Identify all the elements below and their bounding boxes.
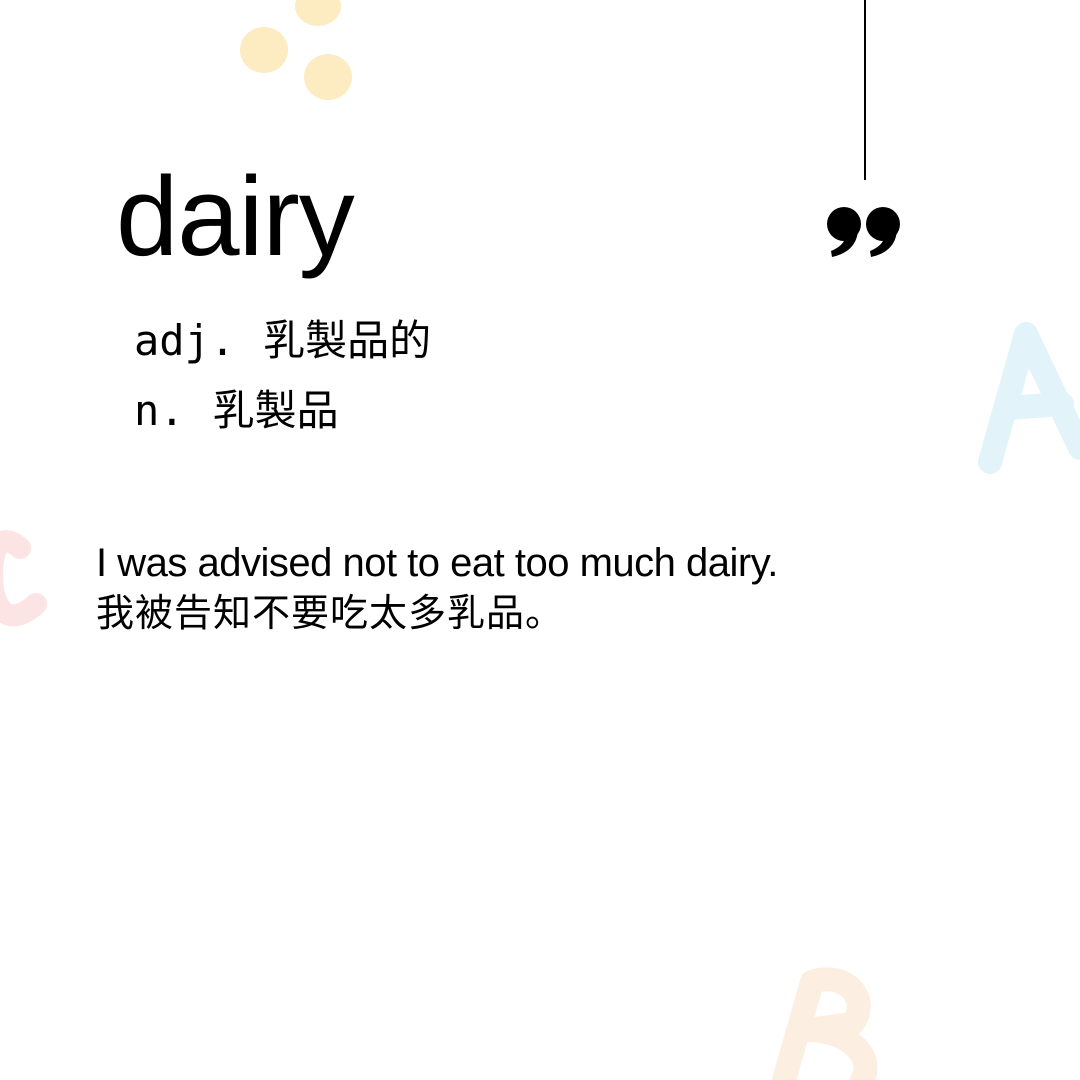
definition-meaning: 乳製品的 [263,316,432,365]
definition-meaning: 乳製品 [212,386,339,435]
definition-list: adj. 乳製品的 n. 乳製品 [134,306,431,446]
vocabulary-card: dairy adj. 乳製品的 n. 乳製品 I was advised not t… [0,0,1080,1080]
example-sentence: I was advised not to eat too much dairy.… [96,538,778,638]
letter-c-decoration [0,530,47,627]
letter-b-decoration [772,967,878,1080]
part-of-speech: n. [134,386,185,435]
definition-item: n. 乳製品 [134,376,431,446]
decorative-dots-icon [240,0,352,100]
letter-a-decoration [978,322,1080,474]
part-of-speech: adj. [134,316,236,365]
example-english: I was advised not to eat too much dairy. [96,541,778,585]
headword: dairy [116,154,355,279]
closing-quote-icon [827,207,900,257]
definition-item: adj. 乳製品的 [134,306,431,376]
divider-line [864,0,866,180]
example-chinese: 我被告知不要吃太多乳品。 [96,591,565,635]
